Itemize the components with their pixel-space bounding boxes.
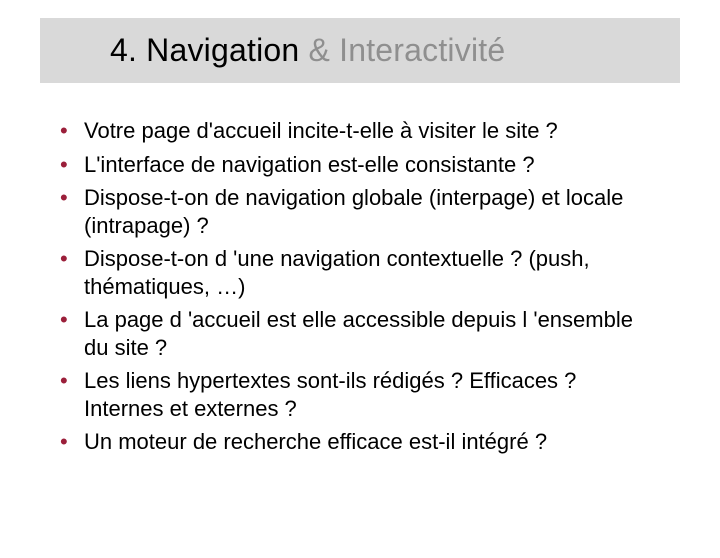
slide: 4. Navigation & Interactivité Votre page… [0, 18, 720, 558]
list-item: Un moteur de recherche efficace est-il i… [56, 428, 660, 456]
title-bar: 4. Navigation & Interactivité [40, 18, 680, 83]
slide-title: 4. Navigation & Interactivité [110, 32, 670, 69]
slide-body: Votre page d'accueil incite-t-elle à vis… [0, 83, 720, 456]
list-item: L'interface de navigation est-elle consi… [56, 151, 660, 179]
list-item: Votre page d'accueil incite-t-elle à vis… [56, 117, 660, 145]
bullet-list: Votre page d'accueil incite-t-elle à vis… [56, 117, 660, 456]
list-item: Dispose-t-on d 'une navigation contextue… [56, 245, 660, 300]
title-part-dark: 4. Navigation [110, 32, 308, 68]
list-item: Les liens hypertextes sont-ils rédigés ?… [56, 367, 660, 422]
list-item: La page d 'accueil est elle accessible d… [56, 306, 660, 361]
list-item: Dispose-t-on de navigation globale (inte… [56, 184, 660, 239]
title-part-light: & Interactivité [308, 32, 505, 68]
